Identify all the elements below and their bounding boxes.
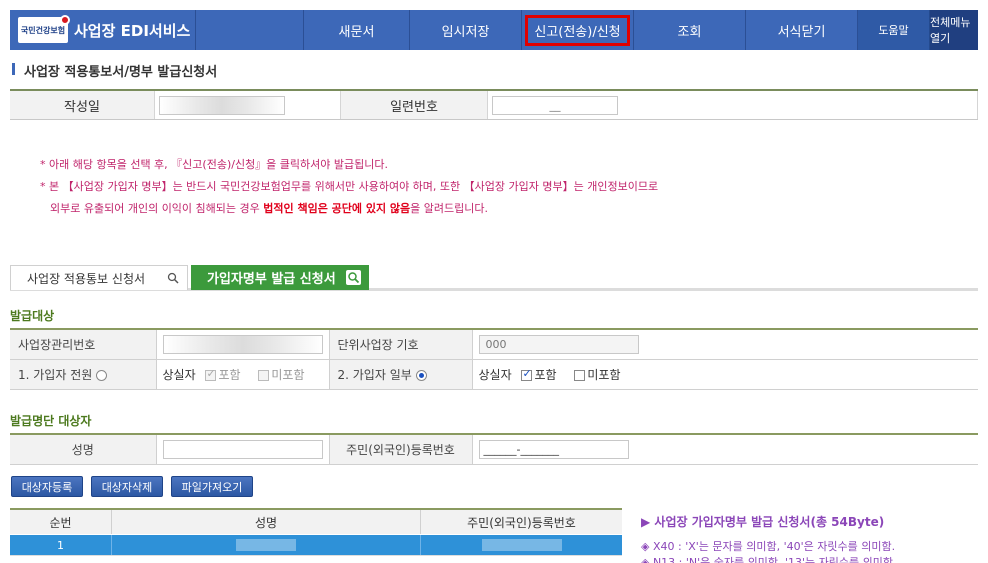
brand[interactable]: 국민건강보험 사업장 EDI서비스 bbox=[10, 10, 196, 50]
row-no: 1 bbox=[10, 535, 112, 555]
nav-close-form-label: 서식닫기 bbox=[777, 24, 826, 40]
partial-members-option[interactable]: 2. 가입자 일부 bbox=[329, 359, 473, 390]
target-person-title: 발급명단 대상자 bbox=[10, 414, 92, 428]
date-field[interactable] bbox=[159, 95, 285, 115]
nav-help[interactable]: 도움말 bbox=[858, 10, 930, 50]
all-include-label: 포함 bbox=[218, 367, 241, 382]
logo-text: 국민건강보험 bbox=[20, 25, 66, 35]
issue-target-title: 발급대상 bbox=[10, 309, 55, 323]
notice-line-1: * 아래 해당 항목을 선택 후, 『신고(전송)/신청』을 클릭하셔야 발급됩… bbox=[40, 158, 388, 171]
date-cell bbox=[155, 91, 341, 119]
notice-line-3-bold: 법적인 책임은 공단에 있지 않음 bbox=[263, 202, 411, 215]
name-cell bbox=[156, 434, 330, 465]
unit-symbol-field[interactable]: 000 bbox=[478, 334, 639, 354]
notice-text: * 아래 해당 항목을 선택 후, 『신고(전송)/신청』을 클릭하셔야 발급됩… bbox=[40, 154, 658, 220]
redacted-rrn bbox=[481, 539, 562, 551]
page-title: 사업장 적용통보서/명부 발급신청서 bbox=[12, 61, 217, 80]
serial-cell: __ bbox=[488, 91, 978, 119]
spec-line-2: ◈ N13 : 'N'은 숫자를 의미함, '13'는 자릿수를 의미함. bbox=[641, 556, 897, 563]
col-name: 성명 bbox=[112, 510, 421, 534]
logo-dot-icon bbox=[60, 15, 70, 25]
table-row[interactable]: 1 bbox=[10, 535, 622, 555]
spec-line-1: ◈ X40 : 'X'는 문자를 의미함, '40'은 자릿수를 의미함. bbox=[641, 540, 896, 553]
notice-line-3-pre: 외부로 유출되어 개인의 이익이 침해되는 경우 bbox=[50, 202, 264, 215]
mgmt-no-label: 사업장관리번호 bbox=[10, 329, 157, 360]
nav-new-document-label: 새문서 bbox=[338, 24, 375, 40]
target-list-header: 순번 성명 주민(외국인)등록번호 bbox=[10, 508, 622, 534]
nav-close-form[interactable]: 서식닫기 bbox=[746, 10, 858, 50]
all-members-options-cell: 상실자 포함 미포함 bbox=[156, 359, 330, 390]
nav-inquiry-label: 조회 bbox=[677, 24, 702, 40]
tab-member-list-label: 가입자명부 발급 신청서 bbox=[207, 272, 336, 287]
import-file-button[interactable]: 파일가져오기 bbox=[171, 476, 253, 497]
partial-exclude-label: 미포함 bbox=[587, 367, 621, 382]
partial-include-label: 포함 bbox=[534, 367, 557, 382]
name-label: 성명 bbox=[10, 434, 157, 465]
unit-symbol-label: 단위사업장 기호 bbox=[329, 329, 473, 360]
brand-title: 사업장 EDI서비스 bbox=[74, 21, 191, 40]
list-bottom bbox=[10, 555, 622, 563]
tab-workplace-notice[interactable]: 사업장 적용통보 신청서 bbox=[10, 265, 188, 290]
issue-target-table: 사업장관리번호 단위사업장 기호 000 1. 가입자 전원 상실자 포함 미포… bbox=[10, 328, 978, 390]
nav-inquiry[interactable]: 조회 bbox=[634, 10, 746, 50]
notice-line-2: * 본 【사업장 가입자 명부】는 반드시 국민건강보험업무를 위해서만 사용하… bbox=[40, 180, 659, 193]
notice-line-3-post: 을 알려드립니다. bbox=[410, 202, 488, 215]
col-rrn: 주민(외국인)등록번호 bbox=[467, 515, 576, 530]
all-members-label: 1. 가입자 전원 bbox=[18, 367, 93, 382]
partial-exclude-checkbox[interactable] bbox=[574, 369, 586, 381]
all-members-option[interactable]: 1. 가입자 전원 bbox=[10, 359, 157, 390]
top-nav: 국민건강보험 사업장 EDI서비스 새문서 임시저장 신고(전송)/신청 조회 … bbox=[10, 10, 978, 50]
register-target-button[interactable]: 대상자등록 bbox=[11, 476, 83, 497]
nav-new-document[interactable]: 새문서 bbox=[304, 10, 410, 50]
spec-title: ▶ 사업장 가입자명부 발급 신청서(총 54Byte) bbox=[641, 515, 885, 529]
all-members-radio[interactable] bbox=[96, 369, 108, 381]
all-exclude-checkbox[interactable] bbox=[258, 369, 270, 381]
tab-workplace-notice-label: 사업장 적용통보 신청서 bbox=[27, 271, 146, 286]
nav-submit-label: 신고(전송)/신청 bbox=[525, 14, 630, 46]
mgmt-no-cell bbox=[156, 329, 330, 360]
serial-field[interactable]: __ bbox=[492, 95, 618, 115]
date-label: 작성일 bbox=[10, 91, 155, 119]
delete-target-button[interactable]: 대상자삭제 bbox=[91, 476, 163, 497]
search-icon bbox=[167, 272, 179, 284]
row-name bbox=[112, 535, 421, 555]
rrn-cell: ______-_______ bbox=[472, 434, 978, 465]
col-no: 순번 bbox=[10, 510, 112, 534]
partial-loss-label: 상실자 bbox=[478, 367, 512, 382]
tab-member-list[interactable]: 가입자명부 발급 신청서 bbox=[191, 265, 369, 290]
partial-members-label: 2. 가입자 일부 bbox=[337, 367, 412, 382]
partial-include-checkbox[interactable] bbox=[521, 367, 533, 381]
search-icon bbox=[346, 270, 361, 285]
nav-temp-save-label: 임시저장 bbox=[441, 24, 490, 40]
name-input[interactable] bbox=[162, 439, 323, 459]
nhis-logo: 국민건강보험 bbox=[18, 15, 70, 43]
partial-members-radio[interactable] bbox=[415, 369, 427, 381]
nav-temp-save[interactable]: 임시저장 bbox=[410, 10, 522, 50]
all-exclude-label: 미포함 bbox=[271, 367, 305, 382]
notice-line-3: 외부로 유출되어 개인의 이익이 침해되는 경우 법적인 책임은 공단에 있지 … bbox=[40, 198, 658, 220]
nav-spacer bbox=[196, 10, 304, 50]
all-include-checkbox[interactable] bbox=[205, 367, 217, 381]
mgmt-no-field[interactable] bbox=[162, 334, 323, 354]
rrn-input[interactable]: ______-_______ bbox=[478, 439, 629, 459]
all-loss-label: 상실자 bbox=[162, 367, 196, 382]
serial-label: 일련번호 bbox=[341, 91, 488, 119]
target-person-table: 성명 주민(외국인)등록번호 ______-_______ bbox=[10, 433, 978, 465]
form-tabs: 사업장 적용통보 신청서 가입자명부 발급 신청서 bbox=[10, 265, 978, 291]
nav-all-menu[interactable]: 전체메뉴 열기 bbox=[930, 10, 978, 50]
partial-members-options-cell: 상실자 포함 미포함 bbox=[472, 359, 978, 390]
redacted-name bbox=[236, 539, 296, 551]
nav-submit[interactable]: 신고(전송)/신청 bbox=[522, 10, 634, 50]
rrn-label: 주민(외국인)등록번호 bbox=[329, 434, 473, 465]
row-rrn bbox=[421, 535, 622, 555]
info-row: 작성일 일련번호 __ bbox=[10, 89, 978, 120]
unit-symbol-cell: 000 bbox=[472, 329, 978, 360]
